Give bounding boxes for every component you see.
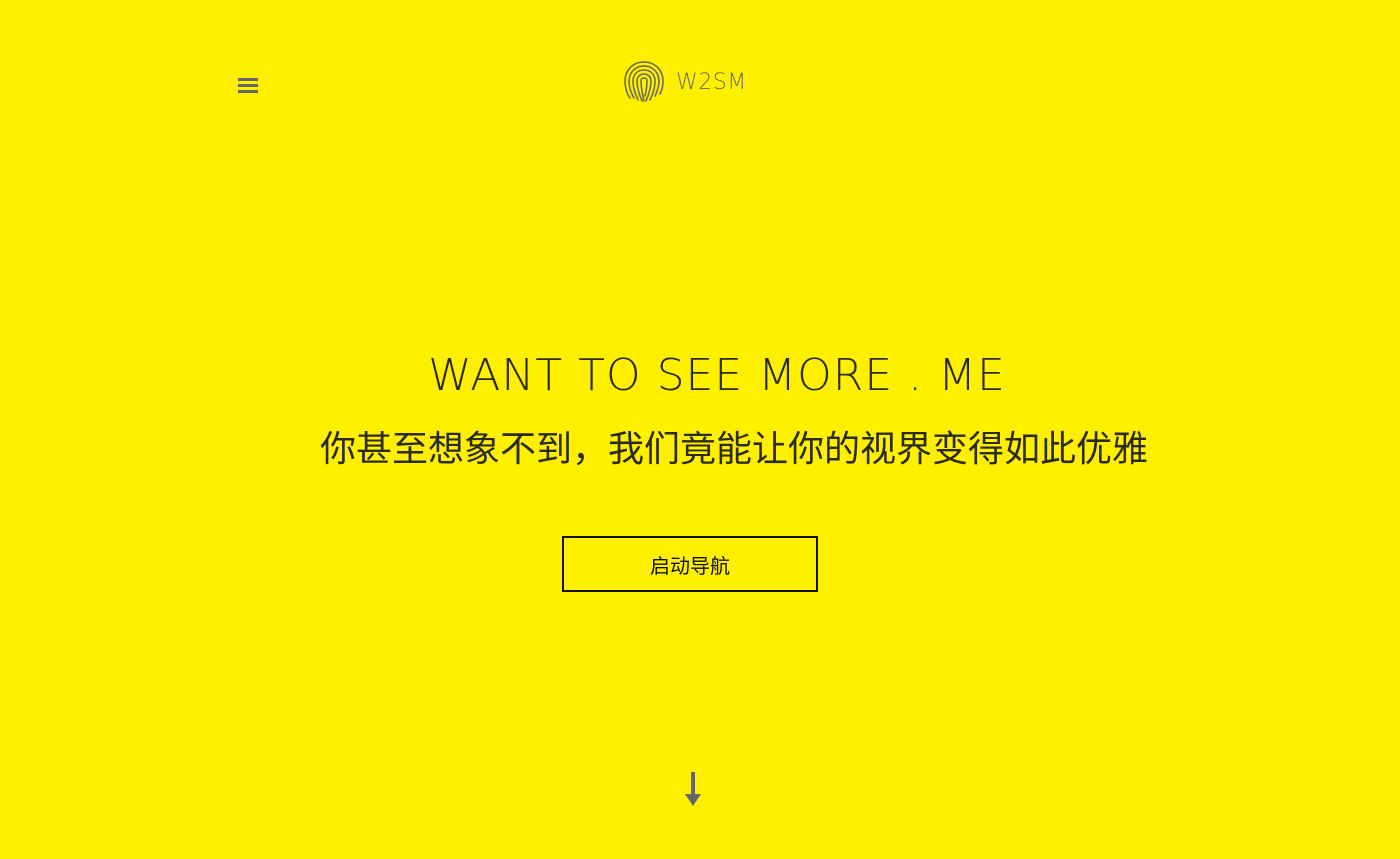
landing-page: W2SM WANT TO SEE MORE . ME 你甚至想象不到，我们竟能让… [0,0,1400,859]
start-navigation-button[interactable]: 启动导航 [562,536,818,592]
arrow-down-icon[interactable] [682,772,704,808]
hamburger-menu-icon[interactable] [238,76,260,96]
hero-subtitle: 你甚至想象不到，我们竟能让你的视界变得如此优雅 [319,429,1148,470]
menu-bar-bottom [238,90,258,93]
brand-logo-link[interactable]: W2SM [622,60,747,104]
hero-title: WANT TO SEE MORE . ME [428,350,1006,401]
menu-bar-middle [238,84,258,87]
brand-name: W2SM [676,69,747,95]
fingerprint-icon [624,61,664,102]
menu-bar-top [238,78,258,81]
